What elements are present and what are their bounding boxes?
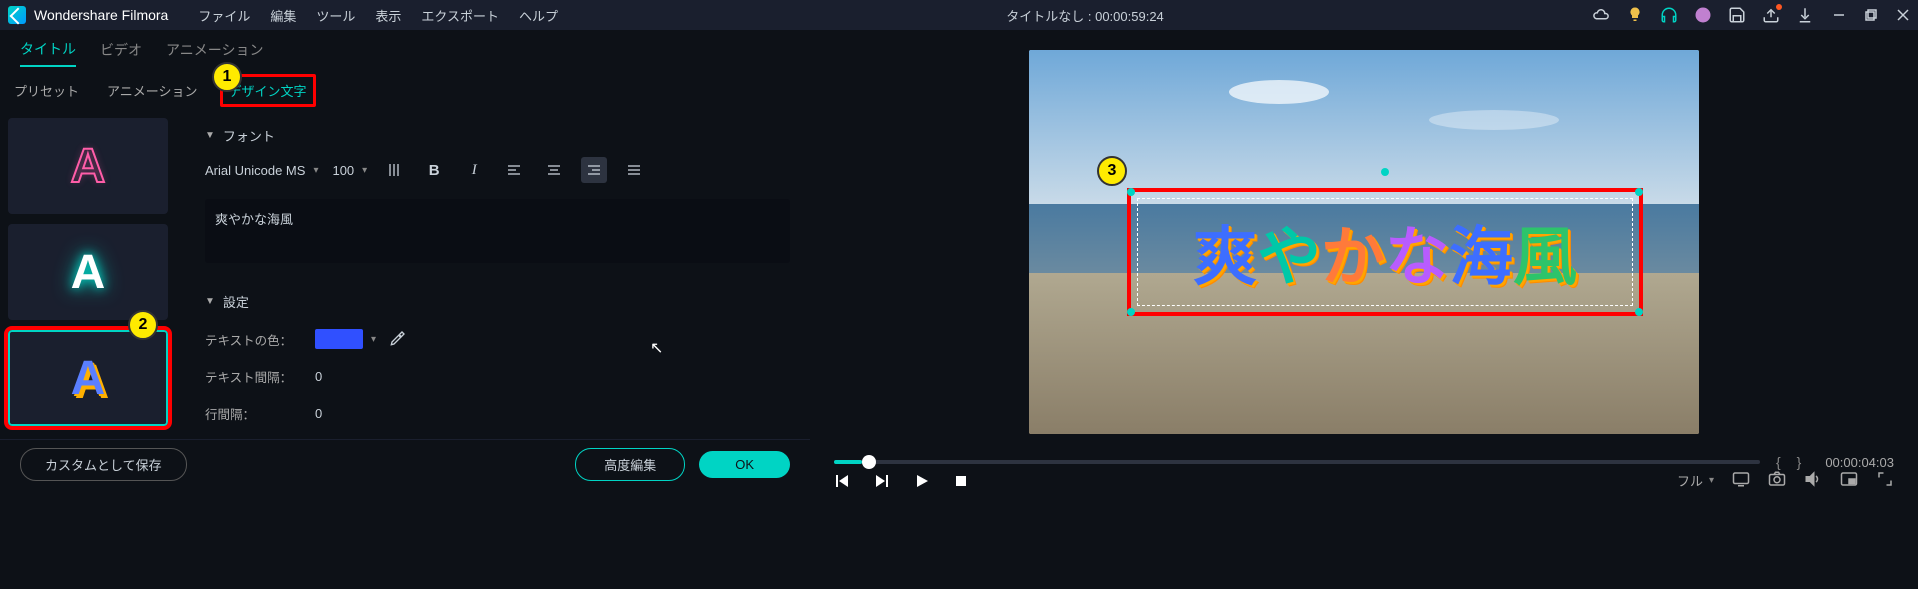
preview-text[interactable]: 爽やかな海風 [1193, 206, 1577, 298]
preview-area: 3 爽やかな海風 [810, 30, 1918, 454]
right-panel: 3 爽やかな海風 { } 00:00:04:03 [810, 30, 1918, 489]
vertical-text-button[interactable] [381, 157, 407, 183]
settings-pane: ▼ フォント Arial Unicode MS▾ 100▾ B I ▼ 設定 テキス… [185, 110, 810, 439]
ok-button[interactable]: OK [699, 451, 790, 478]
chevron-down-icon[interactable]: ▾ [371, 334, 376, 345]
upper-tabs: タイトル ビデオ アニメーション [0, 30, 810, 70]
text-spacing-value[interactable]: 0 [315, 369, 355, 384]
font-size-select[interactable]: 100▾ [332, 159, 367, 182]
menu-view[interactable]: 表示 [375, 6, 401, 25]
chevron-down-icon: ▼ [205, 296, 215, 307]
app-logo-icon [8, 6, 26, 24]
titlebar-icons [1592, 6, 1814, 24]
save-custom-button[interactable]: カスタムとして保存 [20, 448, 187, 481]
lightbulb-icon[interactable] [1626, 6, 1644, 24]
save-icon[interactable] [1728, 6, 1746, 24]
headphones-icon[interactable] [1660, 6, 1678, 24]
snapshot-icon[interactable] [1768, 470, 1786, 491]
bold-button[interactable]: B [421, 157, 447, 183]
next-frame-button[interactable] [874, 473, 890, 489]
text-spacing-label: テキスト間隔： [205, 367, 315, 386]
preset-list[interactable]: A A A 2 [0, 110, 185, 439]
project-title: タイトルなし : 00:00:59:24 [578, 6, 1592, 25]
stop-button[interactable] [954, 474, 968, 488]
align-justify-button[interactable] [621, 157, 647, 183]
preview-canvas[interactable]: 3 爽やかな海風 [1029, 50, 1699, 434]
subtab-preset[interactable]: プリセット [8, 77, 85, 104]
scrub-bar: { } 00:00:04:03 [810, 454, 1918, 470]
text-spacing-row: テキスト間隔： 0 [205, 367, 790, 386]
chevron-down-icon: ▼ [205, 130, 215, 141]
tab-video[interactable]: ビデオ [100, 34, 142, 66]
chevron-down-icon: ▾ [313, 165, 318, 176]
volume-icon[interactable] [1804, 470, 1822, 491]
text-color-row: テキストの色： ▾ [205, 329, 790, 349]
minimize-button[interactable] [1832, 8, 1846, 22]
play-button[interactable] [914, 473, 930, 489]
annotation-badge-2: 2 [128, 310, 158, 340]
align-center-button[interactable] [541, 157, 567, 183]
chevron-down-icon: ▾ [362, 165, 367, 176]
left-body: A A A 2 ▼ フォント Arial Unicode MS▾ 100▾ B I [0, 110, 810, 439]
subtab-animation[interactable]: アニメーション [101, 77, 203, 104]
fullscreen-icon[interactable] [1876, 470, 1894, 491]
annotation-badge-1: 1 [212, 62, 242, 92]
section-font-label: フォント [223, 126, 275, 145]
text-color-label: テキストの色： [205, 330, 315, 349]
line-spacing-row: 行間隔： 0 [205, 404, 790, 423]
menu-file[interactable]: ファイル [198, 6, 250, 25]
italic-button[interactable]: I [461, 157, 487, 183]
display-icon[interactable] [1732, 470, 1750, 491]
cloud-icon[interactable] [1592, 6, 1610, 24]
window-controls [1832, 8, 1910, 22]
line-spacing-value[interactable]: 0 [315, 406, 355, 421]
prev-frame-button[interactable] [834, 473, 850, 489]
menu-tools[interactable]: ツール [316, 6, 355, 25]
pip-icon[interactable] [1840, 470, 1858, 491]
advanced-edit-button[interactable]: 高度編集 [575, 448, 685, 481]
player-controls: フル▾ [810, 470, 1918, 491]
font-toolbar: Arial Unicode MS▾ 100▾ B I [205, 157, 790, 183]
mark-in-button[interactable]: { [1776, 454, 1781, 470]
preset-item[interactable]: A [8, 118, 168, 214]
line-spacing-label: 行間隔： [205, 404, 315, 423]
timecode: 00:00:04:03 [1825, 455, 1894, 470]
menu-edit[interactable]: 編集 [270, 6, 296, 25]
lower-tabs: プリセット アニメーション デザイン文字 1 [0, 70, 810, 110]
section-font[interactable]: ▼ フォント [205, 126, 790, 145]
annotation-badge-3: 3 [1097, 156, 1127, 186]
tab-title[interactable]: タイトル [20, 33, 76, 67]
export-icon[interactable] [1762, 6, 1780, 24]
font-family-select[interactable]: Arial Unicode MS▾ [205, 159, 318, 182]
scrub-track[interactable] [834, 460, 1760, 464]
chevron-down-icon: ▾ [1709, 475, 1714, 486]
preset-item-selected[interactable]: A [8, 330, 168, 426]
mark-out-button[interactable]: } [1797, 454, 1802, 470]
left-footer: カスタムとして保存 高度編集 OK [0, 439, 810, 489]
text-color-swatch[interactable] [315, 329, 363, 349]
close-button[interactable] [1896, 8, 1910, 22]
eyedropper-icon[interactable] [390, 330, 406, 349]
align-left-button[interactable] [501, 157, 527, 183]
preset-item[interactable]: A [8, 224, 168, 320]
title-text-input[interactable] [205, 199, 790, 263]
download-icon[interactable] [1796, 6, 1814, 24]
main-container: タイトル ビデオ アニメーション プリセット アニメーション デザイン文字 1 … [0, 30, 1918, 489]
title-bar: Wondershare Filmora ファイル 編集 ツール 表示 エクスポー… [0, 0, 1918, 30]
menu-help[interactable]: ヘルプ [519, 6, 558, 25]
align-right-button[interactable] [581, 157, 607, 183]
section-settings-label: 設定 [223, 292, 249, 311]
section-settings[interactable]: ▼ 設定 [205, 292, 790, 311]
tab-animation[interactable]: アニメーション [166, 34, 263, 66]
text-selection-box[interactable]: 爽やかな海風 [1127, 188, 1643, 316]
left-panel: タイトル ビデオ アニメーション プリセット アニメーション デザイン文字 1 … [0, 30, 810, 489]
app-name: Wondershare Filmora [34, 7, 168, 23]
profile-icon[interactable] [1694, 6, 1712, 24]
scrub-thumb[interactable] [862, 455, 876, 469]
menu-export[interactable]: エクスポート [421, 6, 499, 25]
maximize-button[interactable] [1864, 8, 1878, 22]
quality-select[interactable]: フル▾ [1677, 471, 1714, 490]
